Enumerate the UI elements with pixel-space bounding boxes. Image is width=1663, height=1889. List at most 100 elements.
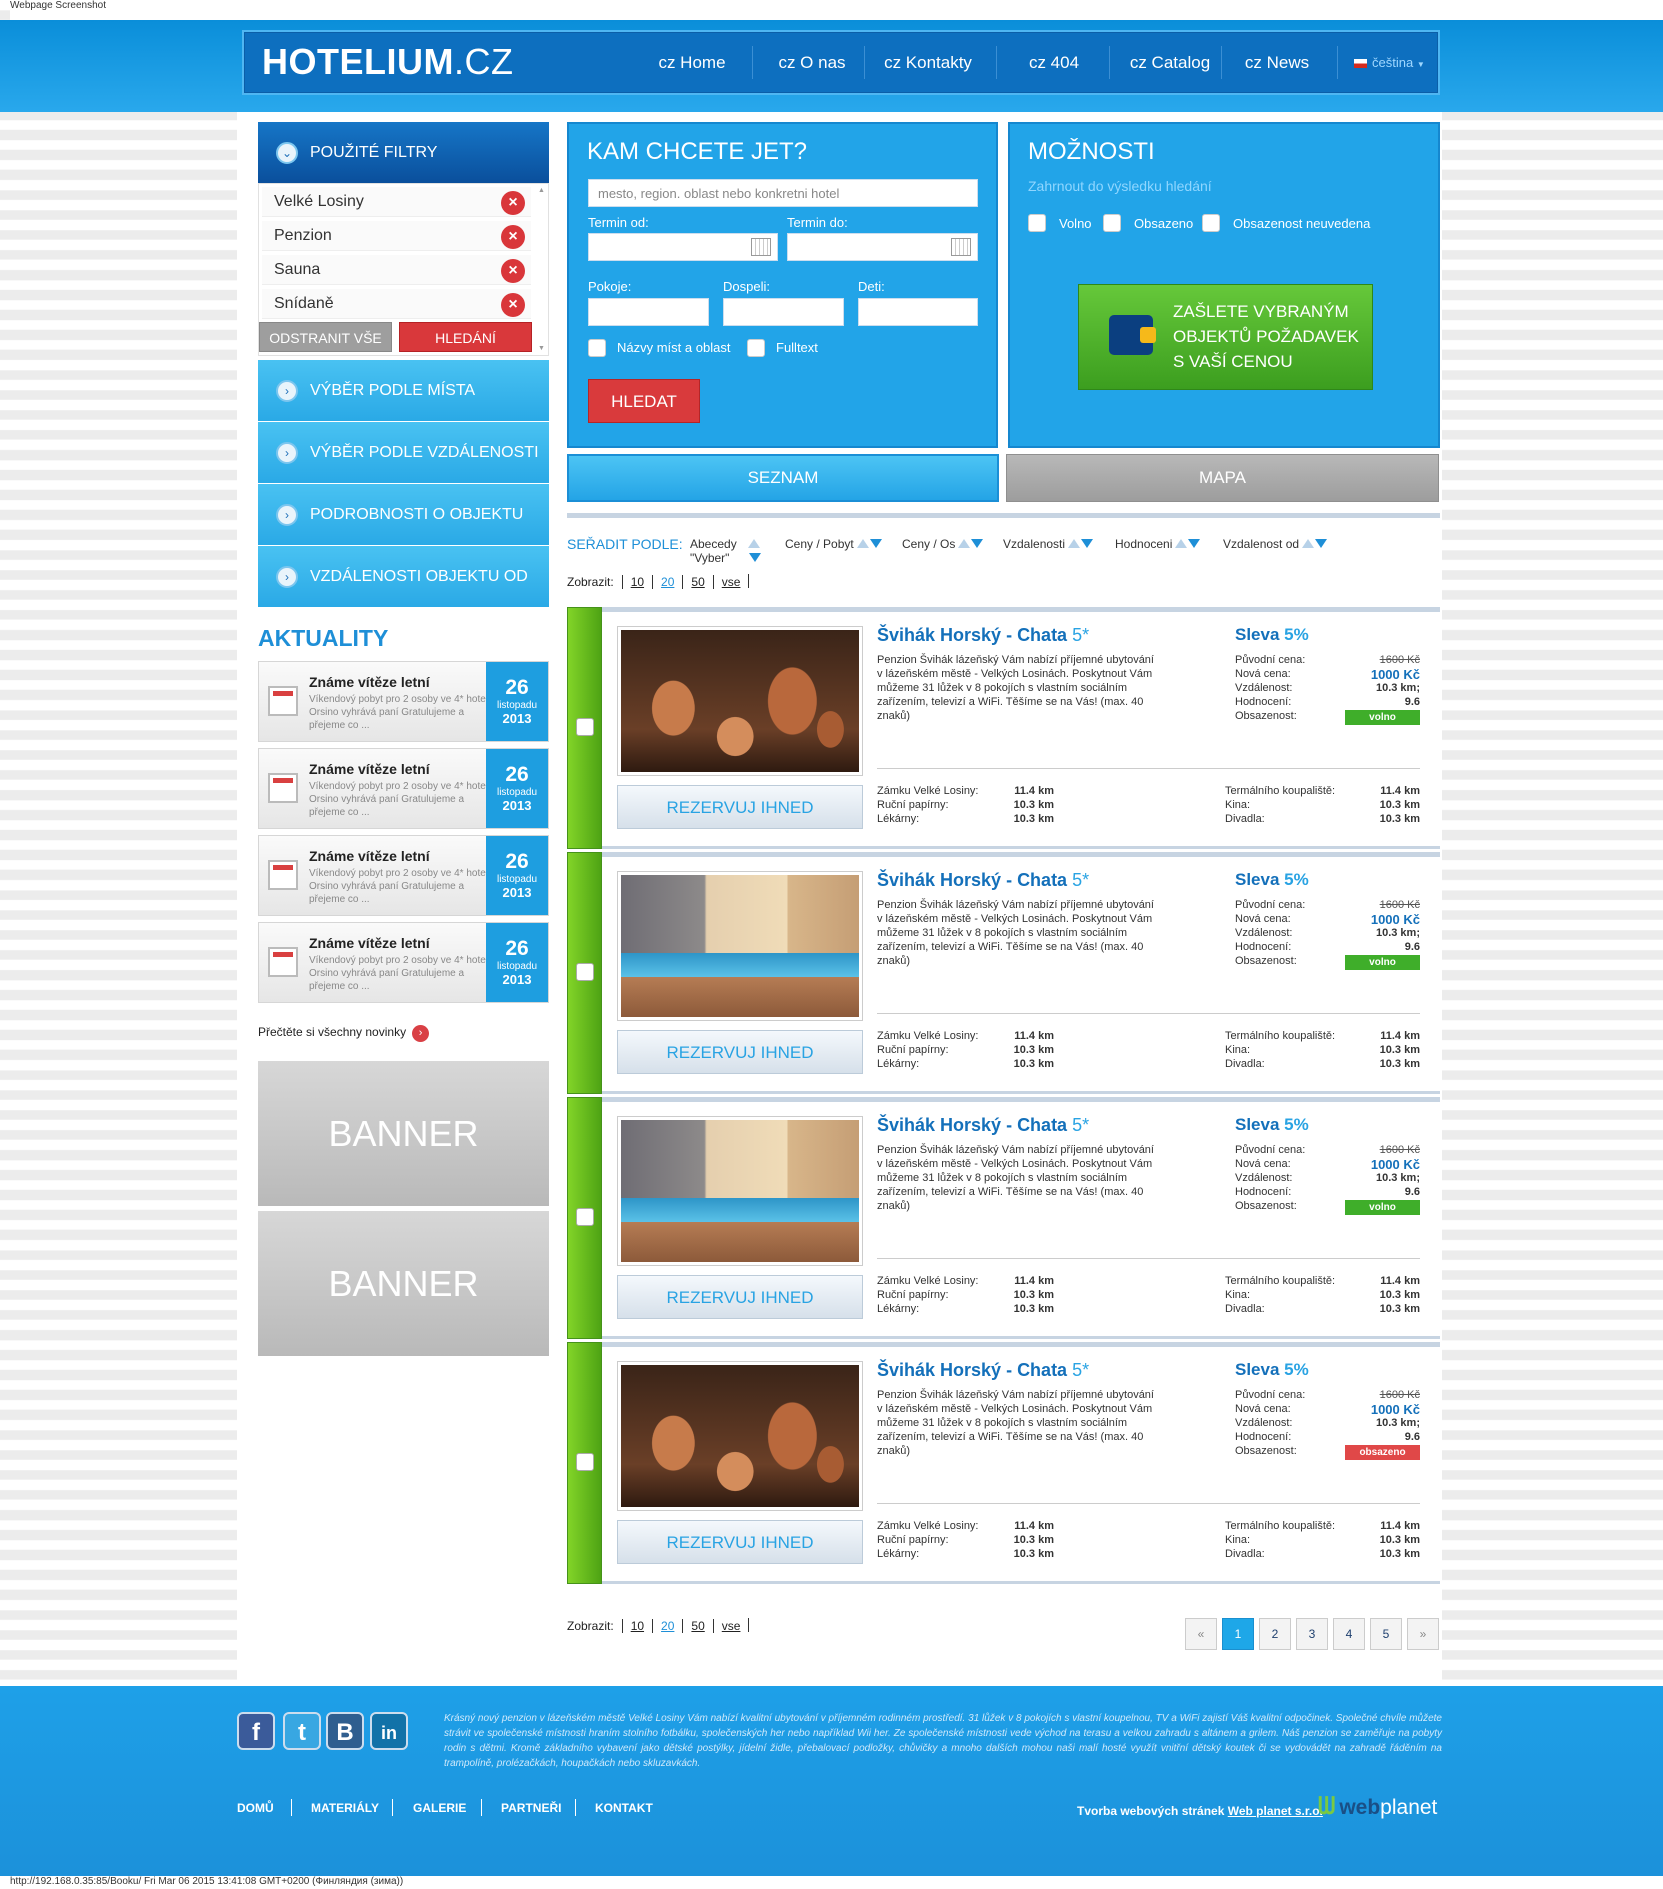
footer-link-materials[interactable]: MATERIÁLY [311,1801,379,1815]
remove-filter-icon[interactable]: × [501,259,525,283]
sort-distance[interactable]: Vzdalenosti [1003,537,1094,551]
pagination-next[interactable]: » [1407,1618,1439,1650]
calendar-icon[interactable] [951,238,971,256]
nav-404[interactable]: cz 404 [1006,32,1102,93]
nav-news[interactable]: cz News [1229,32,1325,93]
listing-checkbox[interactable] [576,963,594,981]
footer-link-contact[interactable]: KONTAKT [595,1801,653,1815]
pagination-page[interactable]: 2 [1259,1618,1291,1650]
listing-checkbox[interactable] [576,1208,594,1226]
remove-filter-icon[interactable]: × [501,293,525,317]
tab-list[interactable]: SEZNAM [567,454,999,502]
news-item[interactable]: Známe vítěze letní Víkendový pobyt pro 2… [258,748,549,829]
adults-input[interactable] [723,298,844,326]
filter-search-button[interactable]: HLEDÁNÍ [399,322,532,352]
nav-home[interactable]: cz Home [644,32,740,93]
sort-arrows-icon[interactable] [1302,537,1328,551]
banner[interactable]: BANNER [258,1211,549,1356]
sort-arrows-icon[interactable] [856,537,882,551]
sort-price-stay[interactable]: Ceny / Pobyt [785,537,882,551]
sort-arrows-icon[interactable] [1068,537,1094,551]
occupied-checkbox[interactable] [1103,214,1121,232]
listing-name[interactable]: Švihák Horský - Chata 5* [877,1115,1089,1136]
unknown-checkbox[interactable] [1202,214,1220,232]
date-to-input[interactable] [787,233,978,261]
listing-photo[interactable] [617,871,863,1021]
accordion-distances-from[interactable]: › VZDÁLENOSTI OBJEKTU OD [258,546,549,607]
footer-link-gallery[interactable]: GALERIE [413,1801,466,1815]
sort-distance-from[interactable]: Vzdalenost od [1223,537,1328,551]
listing-photo[interactable] [617,1116,863,1266]
pagination-page[interactable]: 5 [1370,1618,1402,1650]
credit-link[interactable]: Web planet s.r.o. [1228,1804,1323,1818]
page-size-option[interactable]: vse [712,1619,740,1633]
fulltext-checkbox[interactable] [747,339,765,357]
remove-filter-icon[interactable]: × [501,225,525,249]
nav-contacts[interactable]: cz Kontakty [876,32,980,93]
reserve-button[interactable]: REZERVUJ IHNED [617,1030,863,1074]
read-all-news-link[interactable]: Přečtěte si všechny novinky › [258,1025,430,1042]
listing-name[interactable]: Švihák Horský - Chata 5* [877,625,1089,646]
accordion-distance[interactable]: › VÝBĚR PODLE VZDÁLENOSTI [258,422,549,483]
page-size-option[interactable]: vse [712,575,740,589]
linkedin-icon[interactable]: in [370,1712,408,1750]
accordion-details[interactable]: › PODROBNOSTI O OBJEKTU [258,484,549,545]
reserve-button[interactable]: REZERVUJ IHNED [617,785,863,829]
tab-map[interactable]: MAPA [1006,454,1439,502]
reserve-button[interactable]: REZERVUJ IHNED [617,1520,863,1564]
rooms-input[interactable] [588,298,709,326]
distance-detail-label: Divadla: [1225,1058,1265,1070]
send-offer-button[interactable]: ZAŠLETE VYBRANÝM OBJEKTŮ POŽADAVEK S VAŠ… [1078,284,1373,390]
nav-catalog[interactable]: cz Catalog [1114,32,1226,93]
listing-checkbox[interactable] [576,1453,594,1471]
page-size-option[interactable]: 20 [652,1619,674,1633]
applied-filters-header[interactable]: ⌄ POUŽITÉ FILTRY [258,122,549,183]
place-names-checkbox[interactable] [588,339,606,357]
sort-arrows-icon[interactable] [748,537,761,565]
sort-arrows-icon[interactable] [958,537,984,551]
webplanet-logo[interactable]: ᗯ webplanet [1318,1793,1437,1821]
nav-about[interactable]: cz O nas [764,32,860,93]
vkontakte-icon[interactable]: B [326,1712,364,1750]
page-size-option[interactable]: 50 [682,1619,705,1633]
pagination-page[interactable]: 1 [1222,1618,1254,1650]
date-from-input[interactable] [588,233,778,261]
news-item[interactable]: Známe vítěze letní Víkendový pobyt pro 2… [258,835,549,916]
sort-alphabet[interactable]: Abecedy "Vyber" [690,537,761,565]
language-select[interactable]: čeština ▼ [1354,32,1425,93]
remove-all-button[interactable]: ODSTRANIT VŠE [259,322,392,352]
news-item[interactable]: Známe vítěze letní Víkendový pobyt pro 2… [258,922,549,1003]
pagination-prev[interactable]: « [1185,1618,1217,1650]
accordion-place[interactable]: › VÝBĚR PODLE MÍSTA [258,360,549,421]
listing-checkbox[interactable] [576,718,594,736]
page-size-option[interactable]: 50 [682,575,705,589]
free-checkbox[interactable] [1028,214,1046,232]
reserve-button[interactable]: REZERVUJ IHNED [617,1275,863,1319]
distance-detail-label: Termálního koupaliště: [1225,1520,1336,1532]
page-size-option[interactable]: 10 [621,1619,644,1633]
listing-name[interactable]: Švihák Horský - Chata 5* [877,870,1089,891]
search-button[interactable]: HLEDAT [588,379,700,423]
news-item[interactable]: Známe vítěze letní Víkendový pobyt pro 2… [258,661,549,742]
sort-rating[interactable]: Hodnoceni [1115,537,1201,551]
destination-input[interactable]: mesto, region. oblast nebo konkretni hot… [588,179,978,207]
sort-price-person[interactable]: Ceny / Os [902,537,984,551]
calendar-icon[interactable] [751,238,771,256]
listing-name[interactable]: Švihák Horský - Chata 5* [877,1360,1089,1381]
footer-link-partners[interactable]: PARTNEŘI [501,1801,561,1815]
children-input[interactable] [858,298,978,326]
pagination-page[interactable]: 3 [1296,1618,1328,1650]
listing-photo[interactable] [617,1361,863,1511]
footer-link-home[interactable]: DOMŮ [237,1801,274,1815]
twitter-icon[interactable]: t [283,1712,321,1750]
remove-filter-icon[interactable]: × [501,191,525,215]
filters-scrollbar[interactable]: ▲ ▼ [538,187,546,352]
site-logo[interactable]: HOTELIUM.CZ [262,41,513,83]
sort-arrows-icon[interactable] [1175,537,1201,551]
page-size-option[interactable]: 10 [621,575,644,589]
banner[interactable]: BANNER [258,1061,549,1206]
page-size-option[interactable]: 20 [652,575,674,589]
pagination-page[interactable]: 4 [1333,1618,1365,1650]
facebook-icon[interactable]: f [237,1712,275,1750]
listing-photo[interactable] [617,626,863,776]
